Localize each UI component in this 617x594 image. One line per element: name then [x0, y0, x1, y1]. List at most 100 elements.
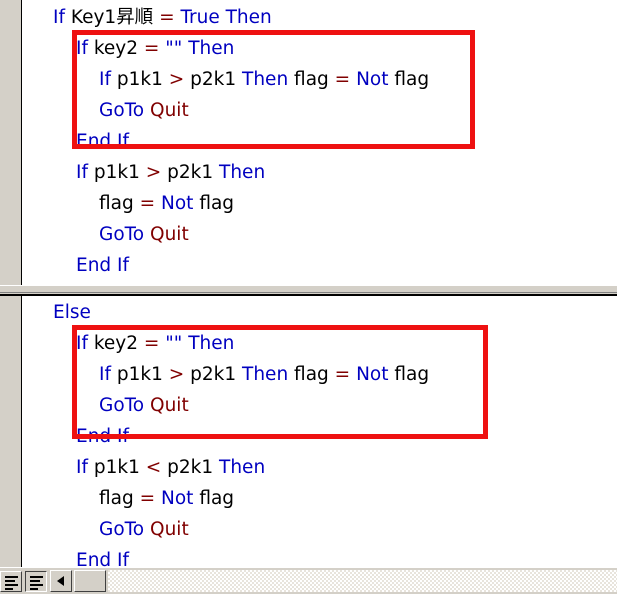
- code-token-id: flag: [99, 193, 140, 214]
- code-token-kw: If: [99, 364, 117, 385]
- code-line[interactable]: End If: [23, 126, 617, 157]
- bottom-toolbar: [0, 567, 617, 594]
- code-token-kw: If: [76, 38, 94, 59]
- code-token-kw: Then: [219, 162, 266, 183]
- code-token-kw: GoTo: [99, 100, 151, 121]
- code-text-top[interactable]: If Key1昇順 = True Then If key2 = "" Then If…: [23, 0, 617, 285]
- code-token-kw: If: [76, 457, 94, 478]
- procedure-view-icon: [5, 576, 18, 590]
- scrollbar-thumb[interactable]: [74, 570, 106, 592]
- code-line[interactable]: End If: [23, 250, 617, 281]
- code-token-op: =: [139, 193, 162, 214]
- margin-indicator-bar-bottom: [0, 296, 22, 567]
- code-token-id: p2k1: [190, 69, 243, 90]
- code-token-kw: Not: [161, 193, 200, 214]
- code-token-id: p1k1: [116, 69, 169, 90]
- code-token-op: =: [334, 364, 357, 385]
- code-token-kw: "": [165, 38, 189, 59]
- code-line[interactable]: If p1k1 > p2k1 Then flag = Not flag: [23, 64, 617, 95]
- code-pane-top[interactable]: If Key1昇順 = True Then If key2 = "" Then If…: [0, 0, 617, 285]
- code-token-id: flag: [99, 488, 140, 509]
- code-text-bottom[interactable]: Else If key2 = "" Then If p1k1 > p2k1 Then…: [23, 296, 617, 567]
- code-line[interactable]: GoTo Quit: [23, 390, 617, 421]
- code-token-kw: Then: [219, 457, 266, 478]
- code-line[interactable]: If Key1昇順 = True Then: [23, 2, 617, 33]
- code-token-id: key2: [93, 38, 144, 59]
- code-token-kw: Then: [188, 38, 235, 59]
- code-token-kw: GoTo: [99, 224, 151, 245]
- code-token-kw: If: [76, 162, 94, 183]
- code-token-kw: End If: [76, 426, 130, 447]
- code-line[interactable]: flag = Not flag: [23, 483, 617, 514]
- code-line[interactable]: End If: [23, 545, 617, 567]
- code-token-op: =: [143, 333, 166, 354]
- code-token-kw: Not: [161, 488, 200, 509]
- margin-indicator-bar-top: [0, 0, 22, 285]
- code-line[interactable]: GoTo Quit: [23, 514, 617, 545]
- code-token-kw: Then: [242, 364, 295, 385]
- code-line[interactable]: GoTo Quit: [23, 95, 617, 126]
- code-token-id: p1k1: [93, 162, 146, 183]
- procedure-view-button[interactable]: [0, 571, 22, 592]
- code-line[interactable]: GoTo Quit: [23, 219, 617, 250]
- code-token-lbl: Quit: [150, 224, 189, 245]
- code-line[interactable]: flag = Not flag: [23, 188, 617, 219]
- scrollbar-track[interactable]: [108, 570, 617, 592]
- scroll-left-button[interactable]: [50, 570, 72, 592]
- code-line[interactable]: End If: [23, 421, 617, 452]
- code-line[interactable]: If p1k1 < p2k1 Then: [23, 452, 617, 483]
- code-token-id: flag: [199, 488, 235, 509]
- code-token-kw: Not: [356, 364, 395, 385]
- code-token-kw: GoTo: [99, 395, 151, 416]
- code-pane-bottom[interactable]: Else If key2 = "" Then If p1k1 > p2k1 Then…: [0, 296, 617, 567]
- code-token-id: p1k1: [93, 457, 146, 478]
- code-token-op: =: [139, 488, 162, 509]
- code-token-kw: If: [76, 333, 94, 354]
- code-token-kw: Then: [188, 333, 235, 354]
- code-token-id: flag: [394, 69, 430, 90]
- code-token-id: flag: [294, 364, 335, 385]
- code-token-lbl: Quit: [150, 100, 189, 121]
- code-token-op: <: [145, 457, 168, 478]
- code-token-kw: GoTo: [99, 519, 151, 540]
- code-line[interactable]: If key2 = "" Then: [23, 33, 617, 64]
- triangle-left-icon: [57, 576, 64, 586]
- code-token-op: >: [168, 364, 191, 385]
- full-module-view-icon: [30, 576, 43, 590]
- code-token-lbl: Quit: [150, 519, 189, 540]
- code-token-kw: If: [53, 7, 71, 28]
- full-module-view-button[interactable]: [25, 571, 47, 592]
- code-token-op: >: [168, 69, 191, 90]
- code-token-kw: True Then: [180, 7, 272, 28]
- code-token-id: p2k1: [167, 457, 220, 478]
- code-token-kw: End If: [76, 255, 130, 276]
- code-token-lbl: Quit: [150, 395, 189, 416]
- code-token-kw: If: [99, 69, 117, 90]
- code-line[interactable]: Else: [23, 297, 617, 328]
- code-token-id: Key1昇順: [70, 7, 160, 28]
- code-token-op: =: [159, 7, 181, 28]
- code-token-op: =: [143, 38, 166, 59]
- code-token-op: >: [145, 162, 168, 183]
- horizontal-scrollbar[interactable]: [50, 570, 617, 593]
- splitter-groove: [0, 292, 617, 293]
- code-line[interactable]: If p1k1 > p2k1 Then flag = Not flag: [23, 359, 617, 390]
- code-token-id: key2: [93, 333, 144, 354]
- code-line[interactable]: If key2 = "" Then: [23, 328, 617, 359]
- code-token-id: flag: [394, 364, 430, 385]
- code-line[interactable]: If p1k1 > p2k1 Then: [23, 157, 617, 188]
- code-token-kw: Else: [53, 302, 91, 323]
- code-token-kw: End If: [76, 550, 130, 567]
- code-token-id: p2k1: [167, 162, 220, 183]
- code-token-id: p2k1: [190, 364, 243, 385]
- code-token-id: flag: [199, 193, 235, 214]
- code-token-id: p1k1: [116, 364, 169, 385]
- code-token-id: flag: [294, 69, 335, 90]
- vba-code-editor-window: If Key1昇順 = True Then If key2 = "" Then If…: [0, 0, 617, 594]
- code-token-kw: "": [165, 333, 189, 354]
- code-token-op: =: [334, 69, 357, 90]
- code-token-kw: End If: [76, 131, 130, 152]
- code-token-kw: Then: [242, 69, 295, 90]
- pane-splitter[interactable]: [0, 285, 617, 296]
- code-token-kw: Not: [356, 69, 395, 90]
